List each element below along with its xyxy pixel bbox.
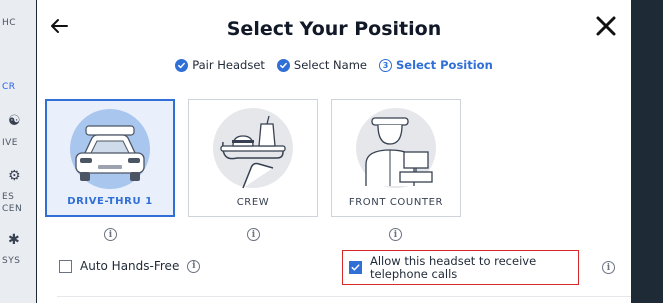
auto-hands-free-option[interactable]: Auto Hands-Free i xyxy=(59,259,201,273)
bg-text-fragment: IVE xyxy=(2,138,18,148)
bg-text-fragment: HC xyxy=(2,18,17,28)
step-select-position: 3 Select Position xyxy=(378,58,493,72)
bg-text-fragment: CEN xyxy=(2,204,23,214)
step-pair-headset: Pair Headset xyxy=(175,58,265,72)
background-right-strip xyxy=(631,0,663,303)
bg-text-fragment: CR xyxy=(2,82,16,92)
telephone-calls-option[interactable]: Allow this headset to receive telephone … xyxy=(342,250,579,285)
position-label: DRIVE-THRU 1 xyxy=(67,196,153,207)
settings-icon: ✱ xyxy=(8,232,20,248)
bg-text-fragment: ES xyxy=(2,192,15,202)
check-circle-icon xyxy=(175,58,189,72)
car-icon xyxy=(47,105,173,193)
info-icon[interactable]: i xyxy=(187,259,201,273)
info-icon[interactable]: i xyxy=(104,228,117,241)
step-progress: Pair Headset Select Name 3 Select Positi… xyxy=(37,58,631,72)
info-icon[interactable]: i xyxy=(602,261,615,274)
modal-title: Select Your Position xyxy=(226,18,442,40)
telephone-calls-label: Allow this headset to receive telephone … xyxy=(370,253,537,281)
step-number-icon: 3 xyxy=(378,58,392,72)
telephone-calls-checkbox[interactable] xyxy=(349,261,362,274)
position-label: CREW xyxy=(236,197,270,208)
step-label: Pair Headset xyxy=(192,58,265,72)
auto-hands-free-checkbox[interactable] xyxy=(59,259,72,273)
background-sidebar: HC CR ☯ IVE ⚙ ES CEN ✱ SYS xyxy=(0,0,36,303)
user-icon: ☯ xyxy=(8,113,21,129)
divider xyxy=(57,296,631,297)
position-card-crew[interactable]: CREW xyxy=(188,99,318,217)
position-card-drive-thru[interactable]: DRIVE-THRU 1 xyxy=(45,99,175,217)
close-icon[interactable] xyxy=(593,13,619,39)
info-icon[interactable]: i xyxy=(247,228,260,241)
auto-hands-free-label: Auto Hands-Free xyxy=(80,259,180,273)
select-position-modal: Select Your Position Pair Headset Select… xyxy=(37,0,631,303)
step-label: Select Position xyxy=(395,58,493,72)
position-label: FRONT COUNTER xyxy=(348,197,444,208)
info-icon[interactable]: i xyxy=(389,228,402,241)
food-tray-icon xyxy=(189,104,317,192)
step-label: Select Name xyxy=(293,58,367,72)
check-circle-icon xyxy=(276,58,290,72)
gear-icon: ⚙ xyxy=(8,168,21,184)
position-card-front-counter[interactable]: FRONT COUNTER xyxy=(331,99,461,217)
step-select-name: Select Name xyxy=(276,58,367,72)
bg-text-fragment: SYS xyxy=(2,256,21,266)
cashier-icon xyxy=(332,104,460,192)
